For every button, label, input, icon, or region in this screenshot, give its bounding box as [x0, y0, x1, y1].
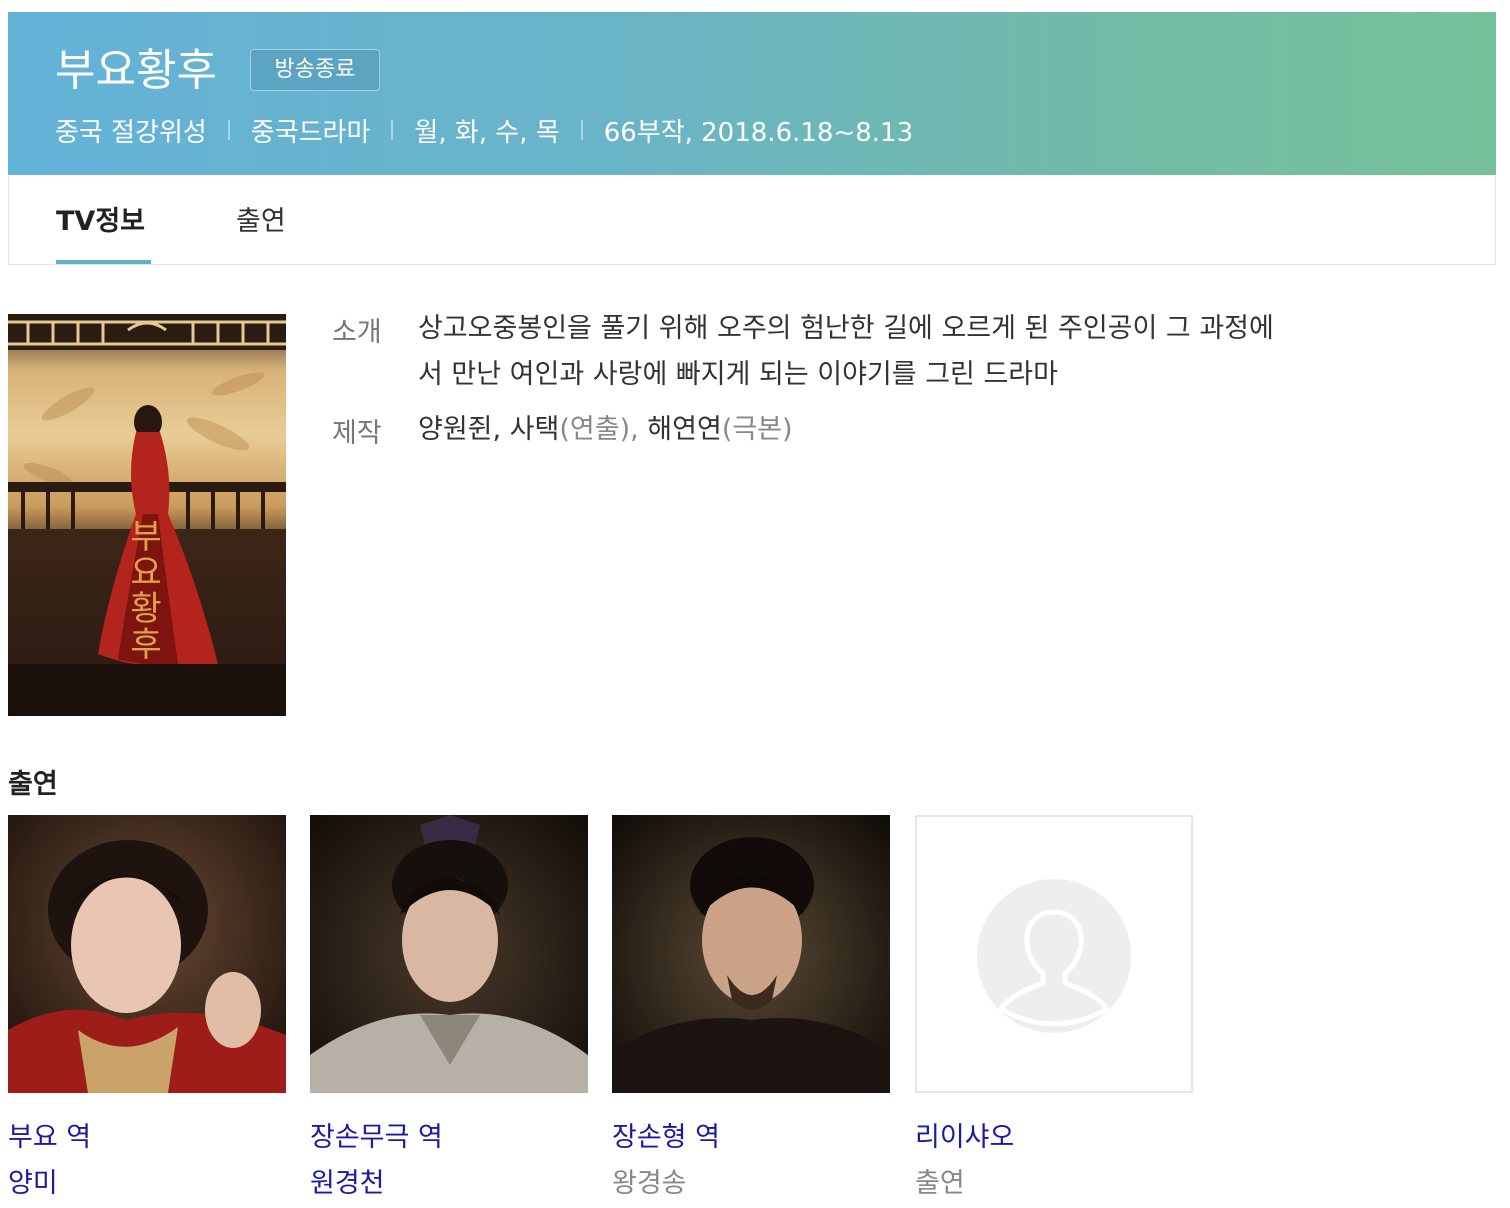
tab-bar: TV정보 출연	[8, 175, 1496, 265]
cast-role[interactable]: 리이샤오	[915, 1115, 1014, 1154]
meta-genre: 중국드라마	[250, 117, 371, 148]
program-meta: 중국 절강위성 중국드라마 월, 화, 수, 목 66부작, 2018.6.18…	[55, 113, 914, 148]
status-badge: 방송종료	[250, 49, 380, 91]
cast-card[interactable]: 리이샤오 출연	[915, 815, 1193, 1199]
meta-channel: 중국 절강위성	[55, 117, 207, 148]
program-title[interactable]: 부요황후	[55, 44, 217, 98]
cast-role[interactable]: 장손형 역	[612, 1115, 720, 1154]
cast-photo[interactable]	[612, 815, 890, 1093]
production-text: 양원쥔, 사택(연출), 해연연(극본)	[418, 414, 793, 445]
actor-photo-image	[612, 815, 890, 1093]
actor-photo-image	[8, 815, 286, 1093]
director-role: (연출)	[559, 414, 631, 445]
meta-episodes-dates: 66부작, 2018.6.18~8.13	[603, 117, 914, 148]
tab-cast[interactable]: 출연	[236, 202, 286, 242]
actor-photo-image	[310, 815, 588, 1093]
cast-name: 출연	[915, 1168, 965, 1199]
meta-divider	[580, 120, 583, 140]
cast-section-title: 출연	[8, 769, 58, 800]
cast-card[interactable]: 부요 역 양미	[8, 815, 286, 1199]
intro-label: 소개	[332, 317, 382, 348]
meta-divider	[227, 120, 230, 140]
writer-role: (극본)	[721, 414, 793, 445]
program-poster[interactable]: 부 요 황 후	[8, 314, 286, 716]
intro-text: 상고오중봉인을 풀기 위해 오주의 험난한 길에 오르게 된 주인공이 그 과정…	[418, 313, 1274, 390]
meta-schedule: 월, 화, 수, 목	[414, 117, 560, 148]
cast-card[interactable]: 장손무극 역 원경천	[310, 815, 588, 1199]
meta-divider	[391, 120, 394, 140]
tab-tv-info[interactable]: TV정보	[56, 202, 145, 242]
cast-role[interactable]: 부요 역	[8, 1115, 91, 1154]
poster-title-text: 부 요 황 후	[130, 517, 162, 665]
person-placeholder-icon	[977, 879, 1131, 1033]
cast-name[interactable]: 원경천	[310, 1161, 385, 1200]
director-names[interactable]: 양원쥔, 사택	[418, 414, 559, 445]
writer-name[interactable]: 해연연	[647, 414, 722, 445]
active-tab-indicator	[56, 260, 151, 264]
cast-card[interactable]: 장손형 역 왕경송	[612, 815, 890, 1199]
cast-photo-placeholder[interactable]	[915, 815, 1193, 1093]
cast-photo[interactable]	[8, 815, 286, 1093]
program-header: 부요황후 방송종료 중국 절강위성 중국드라마 월, 화, 수, 목 66부작,…	[8, 12, 1496, 175]
production-label: 제작	[332, 418, 382, 449]
cast-role[interactable]: 장손무극 역	[310, 1115, 443, 1154]
cast-name[interactable]: 양미	[8, 1161, 58, 1200]
cast-photo[interactable]	[310, 815, 588, 1093]
cast-name: 왕경송	[612, 1168, 687, 1199]
